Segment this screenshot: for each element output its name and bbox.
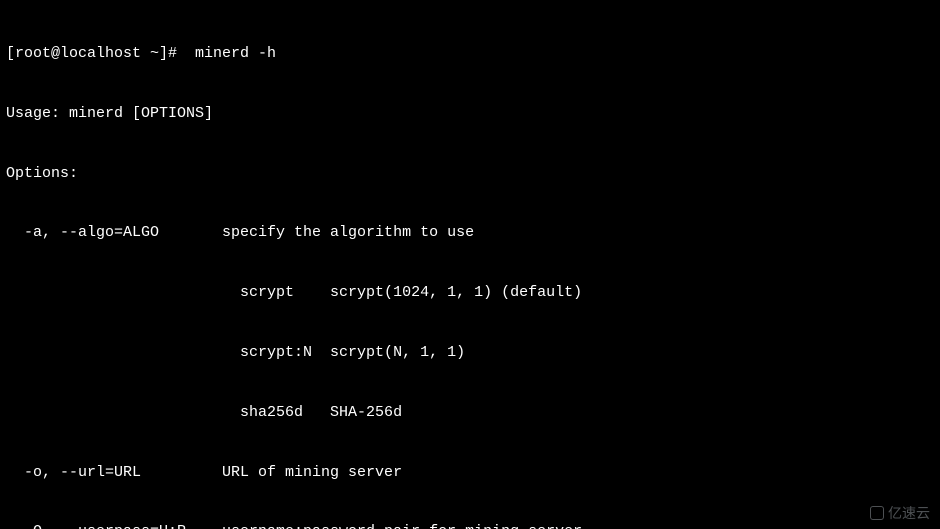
options-header: Options: <box>6 164 934 184</box>
shell-prompt[interactable]: [root@localhost ~]# minerd -h <box>6 45 276 62</box>
option-line: scrypt:N scrypt(N, 1, 1) <box>6 343 934 363</box>
option-line: -a, --algo=ALGO specify the algorithm to… <box>6 223 934 243</box>
option-line: sha256d SHA-256d <box>6 403 934 423</box>
terminal-output: [root@localhost ~]# minerd -h Usage: min… <box>0 0 940 529</box>
shell-prompt-line: [root@localhost ~]# minerd -h <box>6 44 934 64</box>
option-line: -O, --userpass=U:P username:password pai… <box>6 522 934 529</box>
usage-line: Usage: minerd [OPTIONS] <box>6 104 934 124</box>
option-line: scrypt scrypt(1024, 1, 1) (default) <box>6 283 934 303</box>
option-line: -o, --url=URL URL of mining server <box>6 463 934 483</box>
